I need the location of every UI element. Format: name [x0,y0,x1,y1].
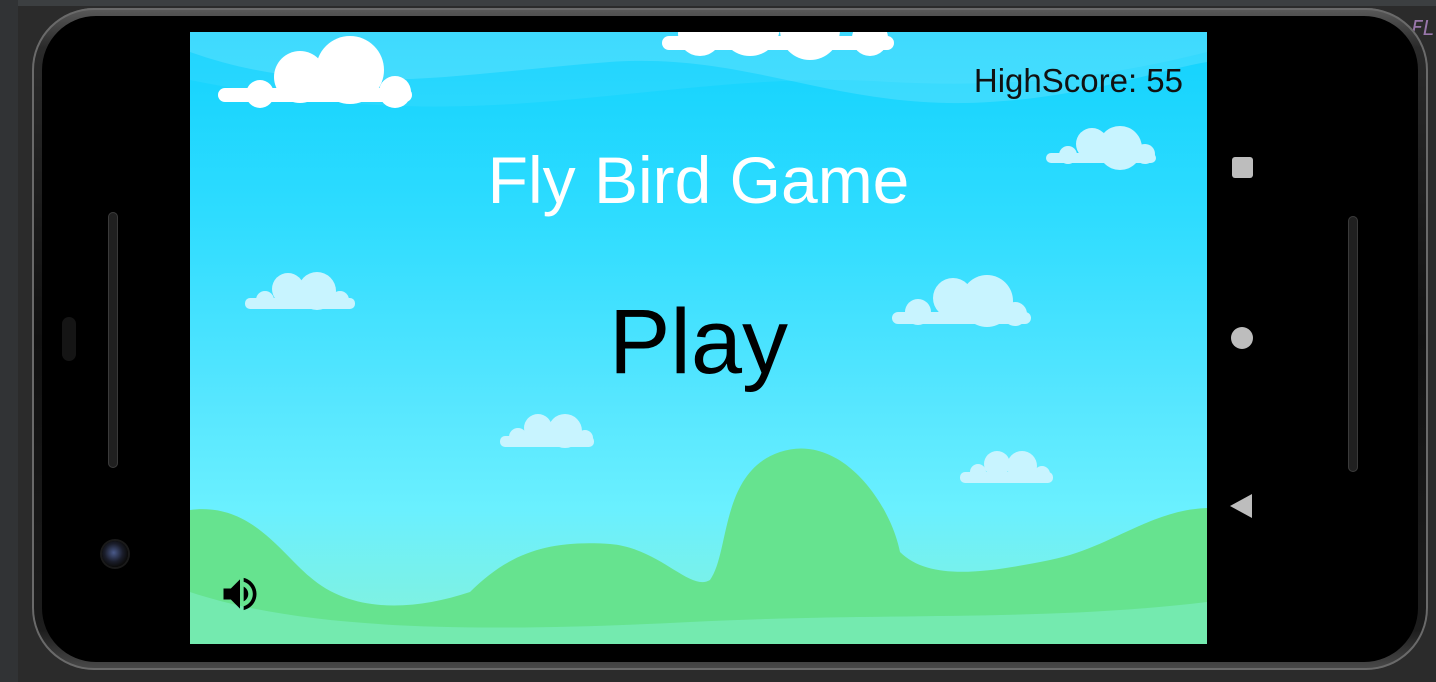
play-button-label[interactable]: Play [609,291,788,393]
highscore-label: HighScore: 55 [973,62,1183,99]
overview-square-icon[interactable] [1232,157,1253,178]
back-triangle-icon[interactable] [1230,494,1252,518]
volume-up-icon[interactable] [218,572,262,616]
front-camera-icon [102,541,128,567]
right-speaker-grille [1348,216,1358,472]
play-button[interactable]: Play [190,290,1207,395]
volume-up-icon-glyph [223,577,257,611]
cloud-center-low [500,414,594,448]
ide-left-gutter [0,0,18,682]
game-title: Fly Bird Game [487,143,910,217]
game-screen: HighScore: 55 Fly Bird Game Play [190,32,1207,644]
proximity-sensor [62,317,76,361]
cloud-right-low [960,451,1053,483]
ide-top-strip [0,0,1436,6]
left-speaker-grille [108,212,118,468]
home-circle-icon[interactable] [1231,327,1253,349]
